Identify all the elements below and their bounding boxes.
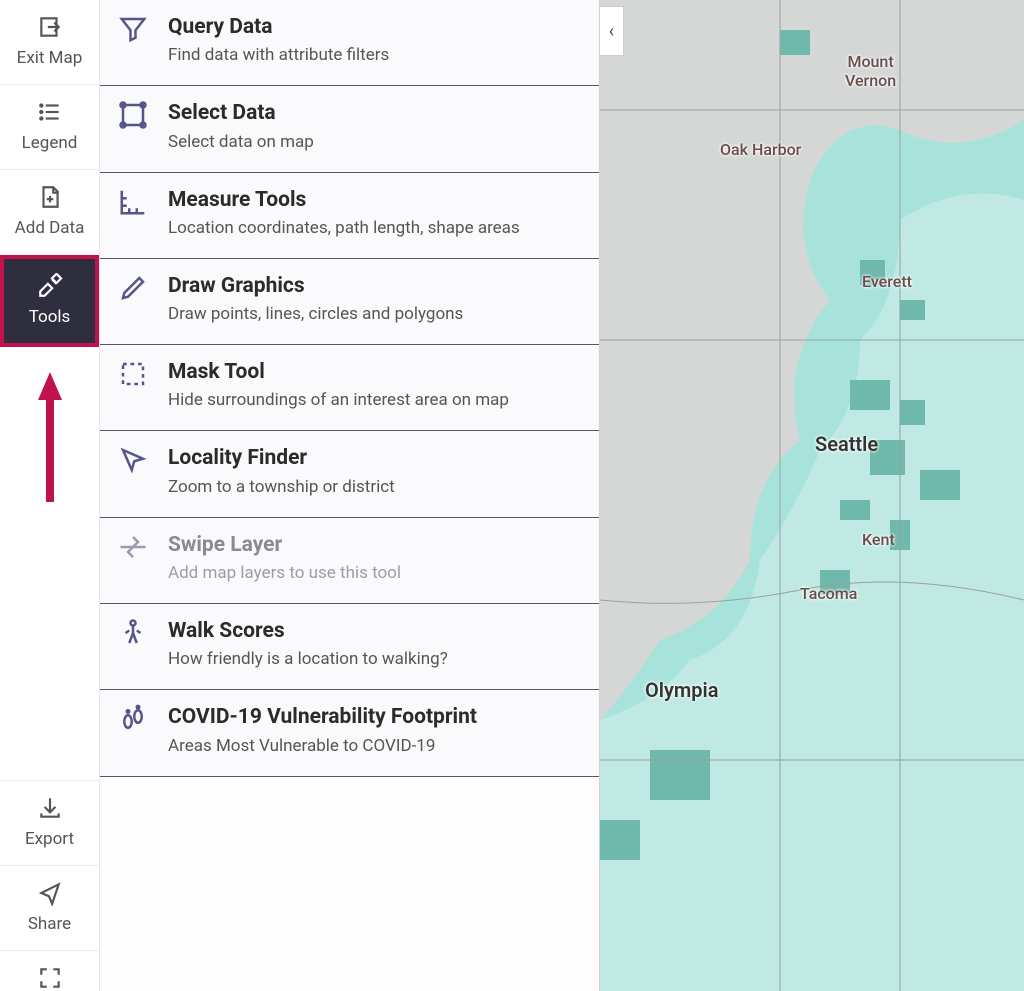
tool-title: Draw Graphics [168, 273, 463, 300]
tool-item-measure-tools[interactable]: Measure Tools Location coordinates, path… [100, 173, 599, 259]
chevron-left-icon: ‹ [609, 21, 614, 42]
tool-title: Measure Tools [168, 187, 520, 214]
map-backdrop [600, 0, 1024, 991]
sidebar-nav: Exit Map Legend Add Data Tools Export [0, 0, 100, 991]
sidebar-item-label: Tools [29, 307, 71, 327]
pencil-icon [118, 273, 148, 303]
walk-icon [118, 618, 148, 648]
exit-icon [37, 14, 63, 40]
sidebar-item-export[interactable]: Export [0, 780, 99, 866]
sidebar-item-label: Share [28, 914, 71, 934]
city-label-kent: Kent [862, 530, 895, 549]
sidebar-item-fullscreen[interactable] [0, 951, 99, 991]
city-label-mount-vernon: MountVernon [845, 52, 896, 90]
city-label-olympia: Olympia [645, 678, 718, 702]
sidebar-item-tools[interactable]: Tools [0, 255, 99, 347]
tool-title: Swipe Layer [168, 532, 401, 559]
tool-item-swipe-layer: Swipe Layer Add map layers to use this t… [100, 518, 599, 604]
tools-icon [37, 273, 63, 299]
tool-desc: Draw points, lines, circles and polygons [168, 304, 463, 324]
city-label-oak-harbor: Oak Harbor [720, 140, 801, 159]
sidebar-item-legend[interactable]: Legend [0, 85, 99, 170]
filter-icon [118, 14, 148, 44]
footprint-icon [118, 704, 148, 734]
swipe-icon [118, 532, 148, 562]
list-icon [37, 99, 63, 125]
tool-item-select-data[interactable]: Select Data Select data on map [100, 86, 599, 172]
sidebar-item-label: Export [25, 829, 74, 849]
tool-desc: How friendly is a location to walking? [168, 649, 448, 669]
tool-desc: Find data with attribute filters [168, 45, 389, 65]
annotation-arrow [38, 372, 62, 502]
tool-item-query-data[interactable]: Query Data Find data with attribute filt… [100, 0, 599, 86]
tool-desc: Add map layers to use this tool [168, 563, 401, 583]
share-icon [37, 880, 63, 906]
select-icon [118, 100, 148, 130]
tool-desc: Select data on map [168, 132, 314, 152]
mask-icon [118, 359, 148, 389]
tool-desc: Location coordinates, path length, shape… [168, 218, 520, 238]
tool-title: Walk Scores [168, 618, 448, 645]
tool-item-mask-tool[interactable]: Mask Tool Hide surroundings of an intere… [100, 345, 599, 431]
sidebar-item-label: Legend [22, 133, 78, 153]
file-plus-icon [37, 184, 63, 210]
tool-title: COVID-19 Vulnerability Footprint [168, 704, 477, 731]
tool-item-covid-footprint[interactable]: COVID-19 Vulnerability Footprint Areas M… [100, 690, 599, 776]
map-canvas[interactable]: ‹ MountVernon Oak Harbor Everett Seattle… [600, 0, 1024, 991]
tool-title: Query Data [168, 14, 389, 41]
tool-item-draw-graphics[interactable]: Draw Graphics Draw points, lines, circle… [100, 259, 599, 345]
sidebar-item-label: Exit Map [17, 48, 83, 68]
cursor-icon [118, 445, 148, 475]
city-label-everett: Everett [862, 272, 912, 291]
tool-title: Mask Tool [168, 359, 509, 386]
tool-title: Locality Finder [168, 445, 395, 472]
sidebar-item-exit-map[interactable]: Exit Map [0, 0, 99, 85]
tool-desc: Zoom to a township or district [168, 477, 395, 497]
sidebar-item-label: Add Data [15, 218, 85, 238]
collapse-panel-button[interactable]: ‹ [600, 6, 624, 56]
city-label-tacoma: Tacoma [800, 584, 857, 603]
tool-desc: Hide surroundings of an interest area on… [168, 390, 509, 410]
tool-item-locality-finder[interactable]: Locality Finder Zoom to a township or di… [100, 431, 599, 517]
city-label-seattle: Seattle [815, 432, 878, 456]
tools-panel: Query Data Find data with attribute filt… [100, 0, 600, 991]
ruler-icon [118, 187, 148, 217]
sidebar-item-add-data[interactable]: Add Data [0, 170, 99, 255]
tool-desc: Areas Most Vulnerable to COVID-19 [168, 736, 477, 756]
download-icon [37, 795, 63, 821]
tool-title: Select Data [168, 100, 314, 127]
sidebar-item-share[interactable]: Share [0, 866, 99, 951]
tool-item-walk-scores[interactable]: Walk Scores How friendly is a location t… [100, 604, 599, 690]
fullscreen-icon [37, 965, 63, 991]
